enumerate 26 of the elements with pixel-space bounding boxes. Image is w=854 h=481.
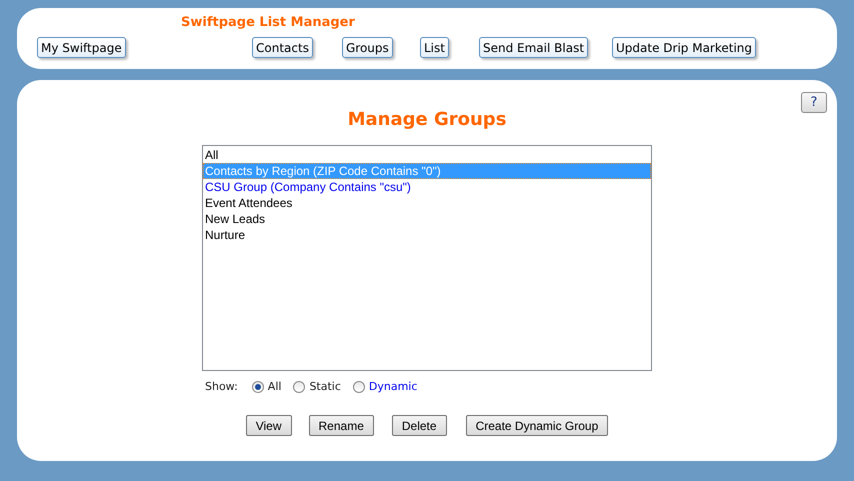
group-item[interactable]: Event Attendees	[203, 195, 651, 211]
group-item[interactable]: CSU Group (Company Contains "csu")	[203, 179, 651, 195]
show-label: Show:	[205, 378, 238, 395]
nav-button[interactable]: Send Email Blast	[479, 37, 588, 58]
radio-button[interactable]	[352, 381, 365, 393]
action-button[interactable]: Rename	[308, 415, 374, 436]
radio-label[interactable]: Dynamic	[368, 378, 418, 396]
page-title: Manage Groups	[348, 111, 506, 129]
radio-button[interactable]	[293, 381, 306, 393]
radio-label[interactable]: All	[268, 378, 282, 396]
group-item[interactable]: All	[203, 147, 651, 163]
nav-button[interactable]: Update Drip Marketing	[612, 37, 756, 58]
radio-label[interactable]: Static	[309, 378, 341, 396]
app-title: Swiftpage List Manager	[181, 16, 355, 29]
nav-button[interactable]: My Swiftpage	[37, 37, 126, 58]
group-item[interactable]: Nurture	[203, 227, 651, 243]
nav-button[interactable]: List	[420, 37, 449, 58]
nav-button[interactable]: Contacts	[252, 37, 313, 58]
action-button[interactable]: View	[246, 415, 292, 436]
radio-button[interactable]	[252, 381, 264, 393]
groups-listbox[interactable]: All Contacts by Region (ZIP Code Contains "0") CSU Group (Company Contains "csu") Event Attendees New Leads Nurture	[202, 145, 652, 371]
action-button[interactable]: Delete	[392, 415, 447, 436]
nav-button[interactable]: Groups	[342, 37, 393, 58]
help-button[interactable]: ?	[801, 92, 827, 113]
action-button[interactable]: Create Dynamic Group	[466, 415, 608, 436]
group-item[interactable]: New Leads	[203, 211, 651, 227]
